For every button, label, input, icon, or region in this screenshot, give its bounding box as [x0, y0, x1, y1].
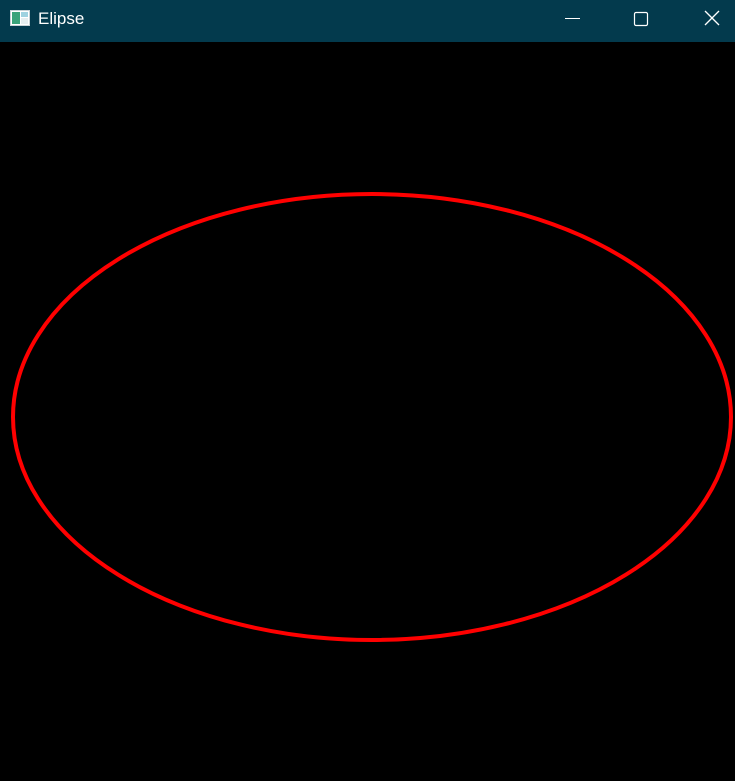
red-ellipse: [11, 192, 733, 642]
minimize-button[interactable]: [549, 0, 595, 42]
app-window: Elipse: [0, 0, 735, 781]
minimize-icon: [565, 18, 580, 19]
window-title: Elipse: [38, 9, 85, 28]
maximize-icon: [633, 11, 649, 27]
canvas-svg: [11, 192, 733, 642]
close-icon: [704, 10, 720, 26]
maximize-button[interactable]: [619, 0, 665, 42]
title-bar[interactable]: Elipse: [0, 0, 735, 42]
app-window-icon: [10, 10, 30, 26]
drawing-canvas: [0, 42, 735, 781]
close-button[interactable]: [689, 0, 735, 42]
